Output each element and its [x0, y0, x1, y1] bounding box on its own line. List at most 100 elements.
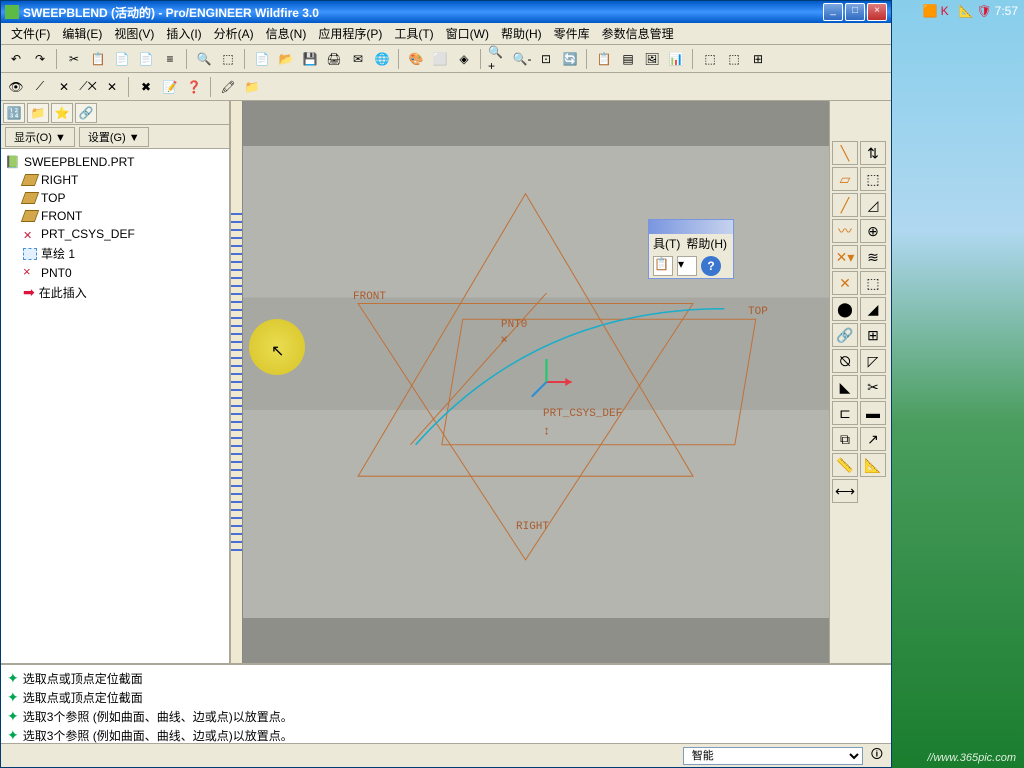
selection-filter-dropdown[interactable]: 智能	[683, 747, 863, 765]
paste-special-button[interactable]: 📄	[135, 48, 157, 70]
menu-app[interactable]: 应用程序(P)	[312, 23, 388, 44]
menu-tools[interactable]: 工具(T)	[388, 23, 439, 44]
tab-folder-icon[interactable]: 📁	[27, 103, 49, 123]
new-button[interactable]: 📄	[251, 48, 273, 70]
edit-button[interactable]: 📝	[159, 76, 181, 98]
float-menu-help[interactable]: 帮助(H)	[686, 235, 727, 252]
point-tool-icon[interactable]: ✕▾	[832, 245, 858, 269]
floating-panel[interactable]: 具(T) 帮助(H) 📋 ▾ ?	[648, 219, 734, 279]
float-titlebar[interactable]	[649, 220, 733, 234]
datum-point-icon[interactable]: ✕	[53, 76, 75, 98]
blend-tool-icon[interactable]: ≋	[860, 245, 886, 269]
merge-tool-icon[interactable]: ⧉	[832, 427, 858, 451]
plane-tool-icon[interactable]: ▱	[832, 167, 858, 191]
model-tree[interactable]: 📗 SWEEPBLEND.PRT RIGHT TOP FRONT PRT_CSY…	[1, 149, 229, 663]
close-button[interactable]: ×	[867, 3, 887, 21]
menu-window[interactable]: 窗口(W)	[440, 23, 495, 44]
close-x-button[interactable]: ✖	[135, 76, 157, 98]
minimize-button[interactable]: _	[823, 3, 843, 21]
chamfer-tool-icon[interactable]: ◸	[860, 349, 886, 373]
hole-tool-icon[interactable]: ⬤	[832, 297, 858, 321]
maximize-button[interactable]: □	[845, 3, 865, 21]
tree-item-front[interactable]: FRONT	[5, 207, 225, 225]
tab-connect-icon[interactable]: 🔗	[75, 103, 97, 123]
viewport[interactable]: ↕ × FRONT TOP RIGHT PRT_CSYS_DEF PNT0 ↖ …	[231, 101, 829, 663]
tree-item-sketch[interactable]: 草绘 1	[5, 243, 225, 264]
undo-button[interactable]: ↶	[5, 48, 27, 70]
saved-view-button[interactable]: 📋	[593, 48, 615, 70]
display-dropdown[interactable]: 显示(O) ▼	[5, 127, 75, 147]
float-btn-2[interactable]: ▾	[677, 256, 697, 276]
help-cursor-button[interactable]: ❓	[183, 76, 205, 98]
settings-dropdown[interactable]: 设置(G) ▼	[79, 127, 149, 147]
extend-tool-icon[interactable]: ↗	[860, 427, 886, 451]
canvas[interactable]: ↕ × FRONT TOP RIGHT PRT_CSYS_DEF PNT0 ↖	[243, 101, 829, 663]
analysis-tool-icon[interactable]: 📐	[860, 453, 886, 477]
float-menu-tools[interactable]: 具(T)	[653, 235, 680, 252]
view-manager-button[interactable]: 🖼	[641, 48, 663, 70]
measure-tool-icon[interactable]: 📏	[832, 453, 858, 477]
menu-params[interactable]: 参数信息管理	[596, 23, 680, 44]
thicken-tool-icon[interactable]: ▬	[860, 401, 886, 425]
datum-display-button[interactable]: ⬚	[699, 48, 721, 70]
open-button[interactable]: 📂	[275, 48, 297, 70]
cut-button[interactable]: ✂	[63, 48, 85, 70]
layer-button[interactable]: ▤	[617, 48, 639, 70]
email-button[interactable]: ✉	[347, 48, 369, 70]
csys-tool-icon[interactable]: ✕	[832, 271, 858, 295]
offset-tool-icon[interactable]: ⊏	[832, 401, 858, 425]
window-button[interactable]: ⊞	[747, 48, 769, 70]
shell-tool-icon[interactable]: ⬚	[860, 271, 886, 295]
menu-parts[interactable]: 零件库	[548, 23, 596, 44]
datum-csys2-icon[interactable]: ✕	[101, 76, 123, 98]
highlight-button[interactable]: 🖍	[217, 76, 239, 98]
regen-button[interactable]: ≡	[159, 48, 181, 70]
tree-item-insert[interactable]: ➡在此插入	[5, 282, 225, 303]
find-button[interactable]: 🔍	[193, 48, 215, 70]
chain-tool-icon[interactable]: 🔗	[832, 323, 858, 347]
folder-icon[interactable]: 📁	[241, 76, 263, 98]
tree-item-right[interactable]: RIGHT	[5, 171, 225, 189]
zoom-in-button[interactable]: 🔍+	[487, 48, 509, 70]
trim-tool-icon[interactable]: ✂	[860, 375, 886, 399]
menu-edit[interactable]: 编辑(E)	[56, 23, 108, 44]
menu-help[interactable]: 帮助(H)	[495, 23, 548, 44]
datum-axis-icon[interactable]: ⟋	[29, 76, 51, 98]
revolve-tool-icon[interactable]: ◿	[860, 193, 886, 217]
menu-analysis[interactable]: 分析(A)	[208, 23, 260, 44]
print-button[interactable]: 🖨	[323, 48, 345, 70]
sketch-tool-icon[interactable]: ╲	[832, 141, 858, 165]
pattern-tool-icon[interactable]: ⊞	[860, 323, 886, 347]
axis-tool-icon[interactable]: ╱	[832, 193, 858, 217]
menu-view[interactable]: 视图(V)	[108, 23, 160, 44]
save-button[interactable]: 💾	[299, 48, 321, 70]
zoom-out-button[interactable]: 🔍-	[511, 48, 533, 70]
repaint-button[interactable]: 🎨	[405, 48, 427, 70]
select-button[interactable]: ⬚	[217, 48, 239, 70]
refit-button[interactable]: ⊡	[535, 48, 557, 70]
curve-tool-icon[interactable]: 〰	[832, 219, 858, 243]
model-display-button[interactable]: 📊	[665, 48, 687, 70]
orient-button[interactable]: ◈	[453, 48, 475, 70]
tree-item-csys[interactable]: PRT_CSYS_DEF	[5, 225, 225, 243]
draft-tool-icon[interactable]: ◢	[860, 297, 886, 321]
reorient-button[interactable]: 🔄	[559, 48, 581, 70]
tree-item-top[interactable]: TOP	[5, 189, 225, 207]
extrude-tool-icon[interactable]: ⬚	[860, 167, 886, 191]
help-icon[interactable]: ?	[701, 256, 721, 276]
tab-star-icon[interactable]: ⭐	[51, 103, 73, 123]
datum-csys-icon[interactable]: ⟋✕	[77, 76, 99, 98]
datum-plane-icon[interactable]: 👁	[5, 76, 27, 98]
rib-tool-icon[interactable]: ◣	[832, 375, 858, 399]
float-btn-1[interactable]: 📋	[653, 256, 673, 276]
tree-item-pnt[interactable]: PNT0	[5, 264, 225, 282]
tab-tree-icon[interactable]: 🔢	[3, 103, 25, 123]
menu-info[interactable]: 信息(N)	[260, 23, 313, 44]
spin-center-button[interactable]: ⬜	[429, 48, 451, 70]
sweep-tool-icon[interactable]: ⊕	[860, 219, 886, 243]
round-tool-icon[interactable]: ⦰	[832, 349, 858, 373]
redo-button[interactable]: ↷	[29, 48, 51, 70]
copy-button[interactable]: 📋	[87, 48, 109, 70]
web-button[interactable]: 🌐	[371, 48, 393, 70]
paste-button[interactable]: 📄	[111, 48, 133, 70]
